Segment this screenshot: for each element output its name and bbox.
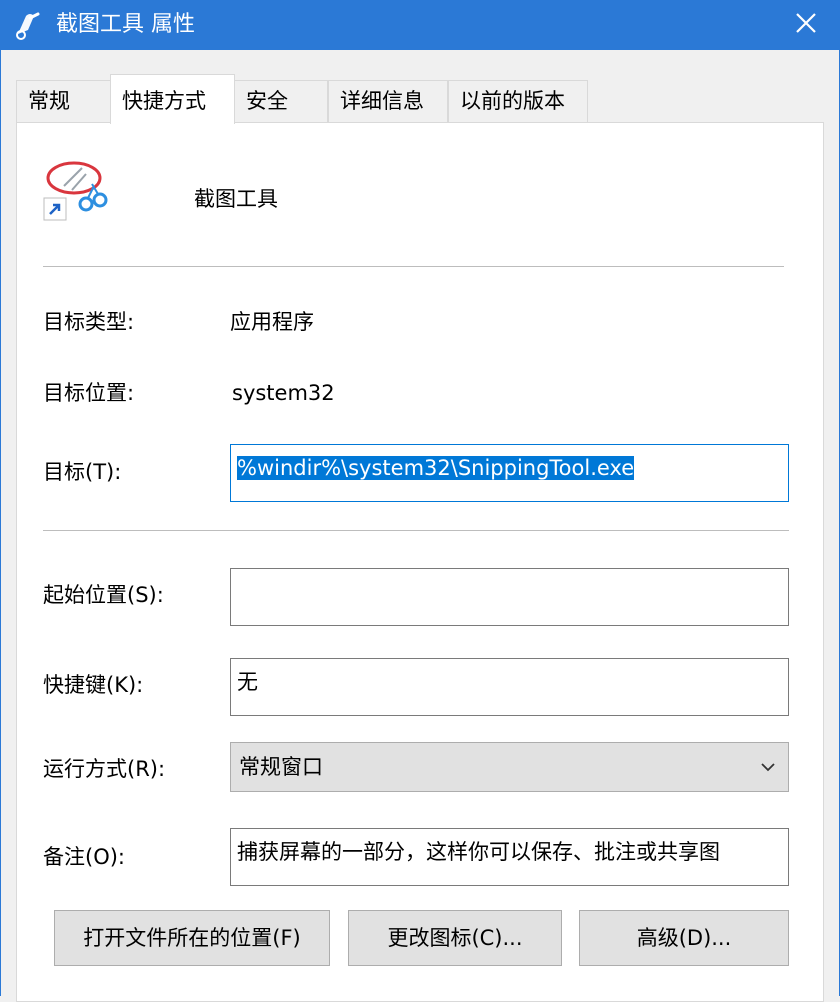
divider: [43, 530, 789, 531]
target-type-label: 目标类型:: [43, 310, 135, 334]
change-icon-button[interactable]: 更改图标(C)...: [348, 910, 562, 966]
target-input[interactable]: %windir%\system32\SnippingTool.exe: [230, 444, 789, 502]
advanced-button[interactable]: 高级(D)...: [579, 910, 789, 966]
target-location-label: 目标位置:: [43, 381, 135, 405]
panel-content: 截图工具 目标类型: 应用程序 目标位置: system32 目标(T): %w…: [0, 0, 840, 996]
shortcut-key-value: 无: [237, 670, 258, 694]
target-label: 目标(T):: [43, 460, 122, 484]
comment-value: 捕获屏幕的一部分，这样你可以保存、批注或共享图: [237, 840, 720, 864]
open-file-location-button[interactable]: 打开文件所在的位置(F): [54, 910, 330, 966]
app-name: 截图工具: [194, 187, 278, 211]
comment-input[interactable]: 捕获屏幕的一部分，这样你可以保存、批注或共享图: [230, 828, 789, 886]
app-shortcut-icon: [43, 161, 108, 221]
target-location-value: system32: [232, 381, 335, 405]
divider: [43, 266, 784, 267]
start-in-input[interactable]: [230, 568, 789, 626]
run-label: 运行方式(R):: [43, 757, 166, 781]
chevron-down-icon: [761, 763, 775, 772]
target-input-value: %windir%\system32\SnippingTool.exe: [237, 456, 635, 480]
shortcut-key-input[interactable]: 无: [230, 658, 789, 716]
run-select-value: 常规窗口: [239, 755, 323, 779]
run-select[interactable]: 常规窗口: [230, 742, 789, 792]
shortcut-key-label: 快捷键(K):: [43, 673, 144, 697]
start-in-label: 起始位置(S):: [43, 583, 164, 607]
target-type-value: 应用程序: [230, 310, 314, 334]
comment-label: 备注(O):: [43, 845, 125, 869]
